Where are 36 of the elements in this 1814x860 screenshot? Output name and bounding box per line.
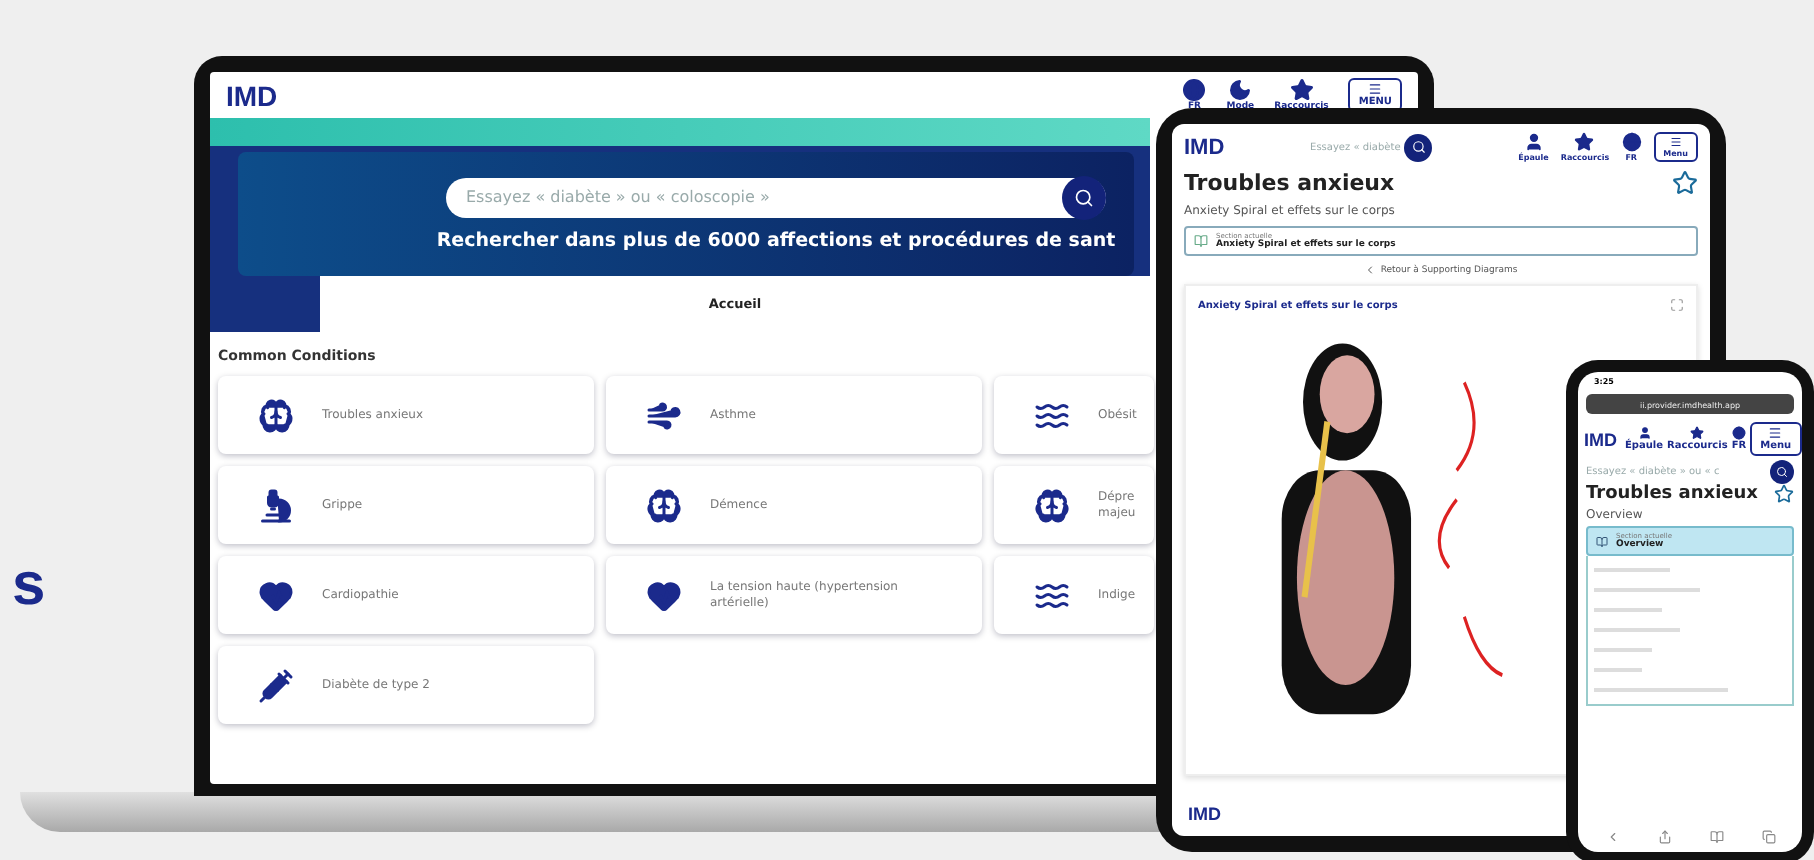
search-button[interactable]: [1062, 175, 1106, 219]
page-title: Troubles anxieux: [1184, 170, 1395, 196]
search-icon: [1776, 466, 1788, 478]
heart-icon: [646, 577, 682, 613]
star-icon[interactable]: [1774, 484, 1794, 504]
menu-icon: [1368, 82, 1383, 96]
chevron-icon: [1364, 264, 1377, 276]
star-icon[interactable]: [1672, 170, 1698, 196]
star-icon[interactable]: [1574, 132, 1595, 152]
menu-icon: [1768, 426, 1783, 440]
search-button[interactable]: [1770, 460, 1794, 484]
search-icon: [1074, 187, 1094, 207]
footer-logo: IMD: [1188, 804, 1221, 824]
book-icon: [1596, 535, 1608, 547]
person-icon[interactable]: [1523, 132, 1544, 152]
book-icon[interactable]: [1709, 830, 1723, 844]
logo[interactable]: IMD: [1184, 135, 1225, 159]
syringe-icon: [258, 667, 294, 703]
moon-icon[interactable]: [1228, 78, 1253, 102]
heading-fragment: s: [12, 552, 46, 620]
back-icon[interactable]: [1605, 830, 1619, 844]
person-icon[interactable]: [1637, 426, 1652, 440]
logo[interactable]: IMD: [1584, 429, 1617, 449]
book-icon: [1194, 234, 1208, 248]
brain-icon: [646, 487, 682, 523]
menu-icon: [1669, 136, 1682, 148]
star-icon[interactable]: [1289, 78, 1314, 102]
search-icon: [1411, 140, 1426, 154]
heart-icon: [258, 577, 294, 613]
search-heading: Rechercher dans plus de 6000 affections et procédures de sant: [436, 229, 1116, 251]
star-icon[interactable]: [1690, 426, 1705, 440]
tabs-icon[interactable]: [1761, 830, 1775, 844]
page-title: Troubles anxieux: [1586, 484, 1758, 504]
search-button[interactable]: [1404, 133, 1433, 161]
logo[interactable]: IMD: [226, 79, 278, 111]
share-icon[interactable]: [1657, 830, 1671, 844]
